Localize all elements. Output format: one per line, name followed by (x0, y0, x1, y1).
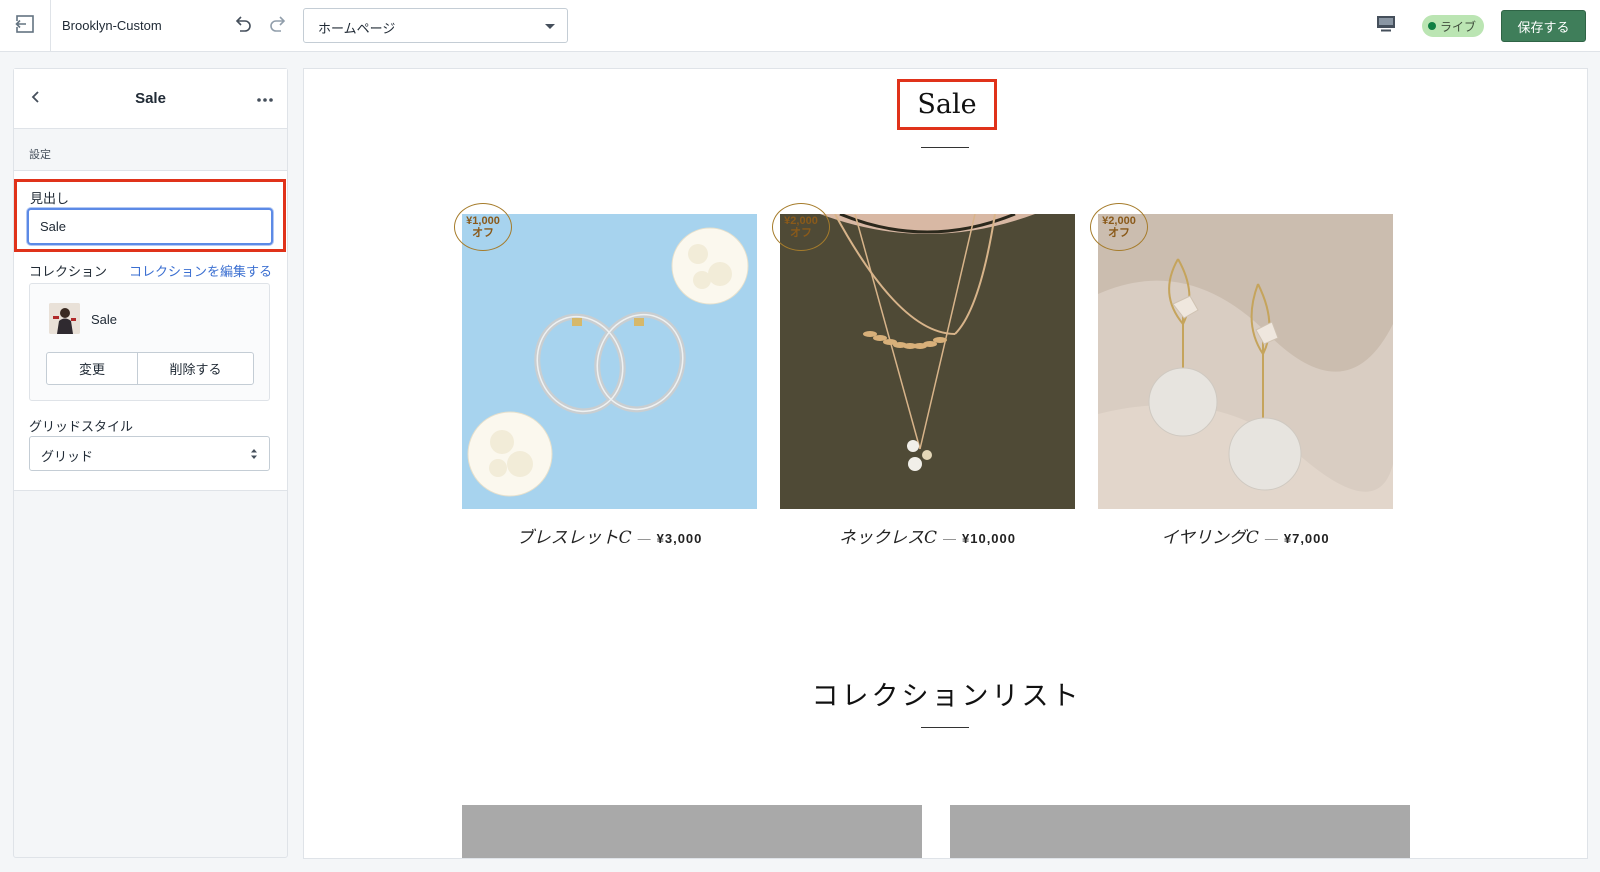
exit-button[interactable] (0, 0, 51, 52)
save-button[interactable]: 保存する (1501, 10, 1586, 42)
price-separator: — (943, 531, 956, 546)
collection-actions: 変更 削除する (46, 352, 254, 385)
page-select-value: ホームページ (318, 21, 396, 36)
live-label: ライブ (1440, 19, 1477, 34)
preview-heading-highlight: Sale (897, 79, 997, 130)
product-card[interactable]: ¥2,000 オフ イヤリングC — ¥7,000 (1090, 203, 1393, 548)
sidebar-header: Sale (14, 69, 287, 129)
grid-style-value: グリッド (41, 449, 94, 464)
undo-icon (232, 13, 254, 40)
select-arrows-icon (250, 448, 258, 460)
product-title[interactable]: イヤリングC (1161, 528, 1259, 548)
product-title[interactable]: ブレスレットC (517, 528, 632, 548)
product-title[interactable]: ネックレスC (839, 528, 937, 548)
undo-button[interactable] (230, 13, 256, 39)
live-dot-icon (1428, 22, 1436, 30)
edit-collection-link[interactable]: コレクションを編集する (129, 261, 272, 280)
settings-body: 見出し コレクション コレクションを編集する Sale 変更 削除する グリッド (14, 171, 287, 491)
collection-card: Sale 変更 削除する (29, 283, 270, 401)
more-actions-button[interactable] (253, 89, 277, 109)
badge-suffix: オフ (1108, 227, 1130, 239)
badge-amount: ¥2,000 (784, 215, 818, 227)
badge-suffix: オフ (472, 227, 494, 239)
change-collection-button[interactable]: 変更 (47, 353, 138, 384)
product-image[interactable] (462, 214, 757, 509)
device-preview-button[interactable] (1373, 14, 1399, 38)
discount-badge: ¥2,000 オフ (772, 203, 830, 251)
heading-label: 見出し (30, 191, 70, 206)
chevron-down-icon (545, 24, 555, 29)
grid-style-label: グリッドスタイル (29, 419, 134, 434)
product-price: ¥10,000 (962, 531, 1016, 546)
collection-list-divider (921, 727, 969, 728)
collection-thumbnail (49, 303, 80, 334)
product-caption: イヤリングC — ¥7,000 (1098, 523, 1393, 548)
settings-sidebar: Sale 設定 見出し コレクション コレクションを編集する (13, 68, 288, 858)
grid-style-select[interactable]: グリッド (29, 436, 270, 471)
theme-preview: Sale ¥1,000 オフ ブレスレットC — ¥3,000 ¥2,000 オ… (303, 68, 1588, 859)
collection-placeholder[interactable] (462, 805, 922, 858)
discount-badge: ¥1,000 オフ (454, 203, 512, 251)
page-select[interactable]: ホームページ (303, 8, 568, 43)
price-separator: — (637, 531, 651, 546)
price-separator: — (1264, 531, 1278, 546)
product-price: ¥7,000 (1283, 531, 1330, 546)
heading-divider (921, 147, 969, 148)
redo-icon (267, 13, 289, 40)
section-title: Sale (135, 90, 166, 107)
collection-name: Sale (91, 312, 118, 327)
badge-amount: ¥1,000 (466, 215, 500, 227)
product-card[interactable]: ¥1,000 オフ ブレスレットC — ¥3,000 (454, 203, 757, 548)
collection-placeholder[interactable] (950, 805, 1410, 858)
product-caption: ブレスレットC — ¥3,000 (462, 523, 757, 548)
heading-field-highlight: 見出し (14, 179, 286, 252)
preview-heading: Sale (917, 89, 977, 120)
badge-amount: ¥2,000 (1102, 215, 1136, 227)
heading-input[interactable] (27, 208, 273, 245)
settings-label-row: 設定 (14, 129, 287, 171)
product-price: ¥3,000 (656, 531, 703, 546)
product-image[interactable] (1098, 214, 1393, 509)
redo-button[interactable] (265, 13, 291, 39)
product-card[interactable]: ¥2,000 オフ ネックレスC — ¥10,000 (772, 203, 1075, 548)
exit-icon (14, 13, 36, 40)
discount-badge: ¥2,000 オフ (1090, 203, 1148, 251)
delete-collection-button[interactable]: 削除する (138, 353, 253, 384)
top-bar: Brooklyn-Custom ホームページ ライブ 保存する (0, 0, 1600, 52)
more-horizontal-icon (256, 90, 274, 108)
badge-suffix: オフ (790, 227, 812, 239)
theme-name: Brooklyn-Custom (62, 18, 162, 33)
collection-label: コレクション (29, 264, 108, 279)
product-image[interactable] (780, 214, 1075, 509)
settings-label: 設定 (29, 149, 51, 161)
product-caption: ネックレスC — ¥10,000 (780, 523, 1075, 548)
collection-list-title: コレクションリスト (811, 681, 1082, 712)
live-status-badge: ライブ (1422, 15, 1485, 37)
desktop-icon (1375, 14, 1397, 39)
